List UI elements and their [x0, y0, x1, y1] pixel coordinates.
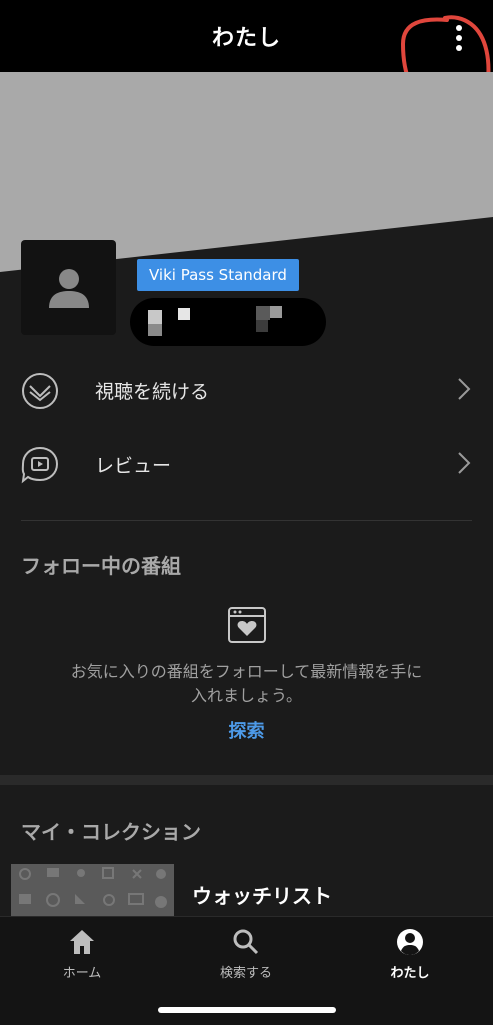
watchlist-label[interactable]: ウォッチリスト [192, 880, 332, 909]
search-icon [233, 929, 259, 955]
explore-link[interactable]: 探索 [0, 717, 493, 743]
home-indicator [158, 1007, 336, 1013]
watchlist-thumbnail[interactable] [11, 864, 174, 916]
heart-window-icon [228, 607, 266, 643]
username-redacted [130, 298, 326, 346]
page-title: わたし [211, 26, 281, 51]
following-empty-line2: 入れましょう。 [190, 686, 303, 705]
subscription-badge: Viki Pass Standard [137, 259, 299, 291]
divider [21, 520, 472, 521]
chevron-right-icon [458, 452, 471, 474]
profile-icon [397, 929, 423, 955]
continue-watching-icon [22, 373, 58, 409]
tab-search-label: 検索する [219, 966, 272, 981]
menu-review[interactable]: レビュー [0, 427, 493, 501]
following-empty-line1: お気に入りの番組をフォローして最新情報を手に [70, 662, 423, 681]
tab-search[interactable]: 検索する [164, 917, 328, 997]
bottom-tab-bar: ホーム 検索する わたし [0, 916, 493, 1025]
collection-section-title: マイ・コレクション [21, 820, 201, 844]
home-icon [70, 930, 94, 954]
menu-continue-watching[interactable]: 視聴を続ける [0, 353, 493, 427]
review-icon [21, 446, 59, 484]
following-empty-message: お気に入りの番組をフォローして最新情報を手に 入れましょう。 [40, 660, 453, 708]
section-divider [0, 775, 493, 785]
tab-home-label: ホーム [62, 966, 102, 981]
tab-home[interactable]: ホーム [0, 917, 164, 997]
media-pattern-icon [11, 864, 174, 916]
continue-watching-label: 視聴を続ける [95, 380, 210, 403]
user-silhouette-icon [48, 268, 89, 308]
tab-profile[interactable]: わたし [328, 917, 492, 997]
avatar[interactable] [21, 240, 116, 335]
tab-profile-label: わたし [390, 966, 430, 981]
chevron-right-icon [458, 378, 471, 400]
review-label: レビュー [95, 454, 172, 477]
following-section-title: フォロー中の番組 [21, 554, 181, 578]
